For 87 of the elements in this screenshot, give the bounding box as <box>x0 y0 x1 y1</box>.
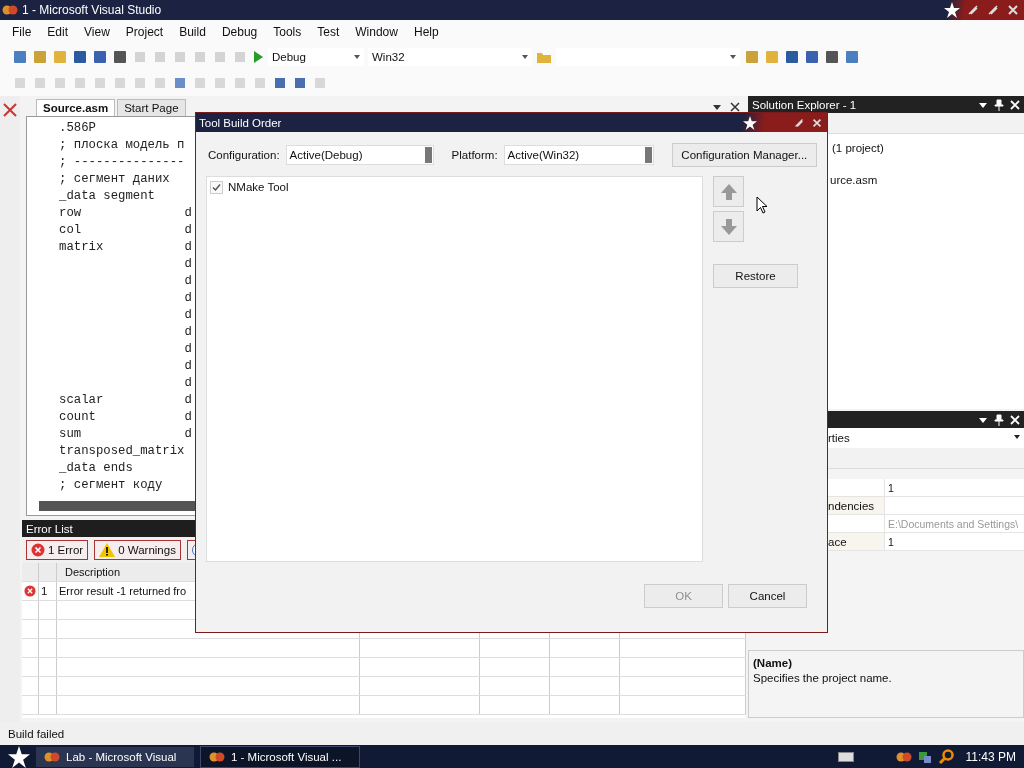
app-icon[interactable] <box>895 750 912 763</box>
star-icon <box>743 115 757 130</box>
taskbar-button[interactable]: 1 - Microsoft Visual ... <box>200 745 360 768</box>
start-button[interactable] <box>8 745 30 768</box>
code-line: ; сегмент коду <box>59 477 163 494</box>
configuration-dropdown[interactable]: Debug <box>268 48 364 66</box>
pointer-icon <box>756 196 768 214</box>
code-line: .586P <box>59 120 96 137</box>
code-line: d <box>183 341 192 358</box>
move-down-button[interactable] <box>713 211 744 242</box>
code-line: d <box>183 324 192 341</box>
menu-item[interactable]: Help <box>405 25 447 39</box>
error-icon <box>31 543 45 557</box>
code-line: ; --------------- <box>59 154 185 171</box>
arrow-down-icon <box>719 217 738 236</box>
platform-dropdown[interactable]: Win32 <box>368 48 532 66</box>
menu-item[interactable]: Test <box>309 25 348 39</box>
close-button[interactable] <box>1006 3 1020 17</box>
pin-icon[interactable] <box>994 413 1004 426</box>
code-line: _data ends <box>59 460 133 477</box>
play-icon[interactable] <box>252 50 264 64</box>
configuration-manager-button[interactable]: Configuration Manager... <box>671 143 817 167</box>
restore-button[interactable]: Restore <box>713 264 798 288</box>
menu-item[interactable]: Debug <box>213 25 266 39</box>
arrow-up-icon <box>719 182 738 201</box>
tree-item[interactable]: urce.asm <box>830 174 1024 190</box>
menu-item[interactable]: File <box>4 25 40 39</box>
tool-list[interactable]: NMake Tool <box>206 176 703 562</box>
description-title: (Name) <box>753 657 793 669</box>
code-line: d <box>183 273 192 290</box>
code-line: col d <box>59 222 192 239</box>
field-label: Platform: <box>451 149 498 161</box>
property-value[interactable]: 1 <box>884 479 1024 496</box>
code-line: _data segment <box>59 188 155 205</box>
code-line: d <box>183 256 192 273</box>
platform-field[interactable]: Active(Win32) <box>503 145 654 165</box>
code-line: scalar d <box>59 392 192 409</box>
code-line: d <box>183 290 192 307</box>
taskbar-button[interactable]: Lab - Microsoft Visual <box>36 746 194 767</box>
menu-item[interactable]: Edit <box>39 25 77 39</box>
warning-icon <box>99 543 116 557</box>
code-line: count d <box>59 409 192 426</box>
network-icon[interactable] <box>917 749 932 764</box>
move-up-button[interactable] <box>713 176 744 207</box>
pin-icon[interactable] <box>994 98 1004 111</box>
code-line: d <box>183 375 192 392</box>
cancel-button[interactable]: Cancel <box>728 584 807 608</box>
filter-button[interactable]: 0 Warnings <box>94 540 181 560</box>
code-line: d <box>183 358 192 375</box>
status-text: Build failed <box>8 727 65 740</box>
code-line: matrix d <box>59 239 192 256</box>
filter-button[interactable]: 1 Error <box>26 540 89 560</box>
magnifier-icon[interactable] <box>937 748 954 765</box>
description-text: Specifies the project name. <box>753 672 893 684</box>
app-icon <box>2 4 18 16</box>
editor-tab[interactable]: Start Page <box>117 99 186 116</box>
panel-title: Solution Explorer - 1 <box>752 98 857 111</box>
code-line: ; сегмент даних <box>59 171 170 188</box>
editor-tab[interactable]: Source.asm <box>36 99 116 116</box>
code-line: ; плоска модель п <box>59 137 185 154</box>
menu-item[interactable]: Window <box>347 25 406 39</box>
tree-item[interactable]: (1 project) <box>832 142 1024 158</box>
star-icon <box>944 2 960 18</box>
code-line: sum d <box>59 426 192 443</box>
code-line: d <box>183 307 192 324</box>
checkbox[interactable] <box>210 180 223 194</box>
menu-item[interactable]: Build <box>171 25 214 39</box>
tool-label: NMake Tool <box>228 181 289 193</box>
close-icon[interactable] <box>730 102 740 112</box>
table-cell: 1 <box>39 582 57 600</box>
clock: 11:43 PM <box>965 749 1016 764</box>
minimize-button[interactable] <box>966 3 980 17</box>
close-button[interactable] <box>811 116 823 129</box>
field-label: Configuration: <box>208 149 280 161</box>
menu-item[interactable]: Project <box>117 25 172 39</box>
app-icon <box>44 750 60 763</box>
menu-item[interactable]: Tools <box>265 25 310 39</box>
keyboard-icon[interactable] <box>837 751 854 762</box>
dialog-title: Tool Build Order <box>199 116 283 129</box>
code-line: row d <box>59 205 192 222</box>
configuration-field[interactable]: Active(Debug) <box>285 145 434 165</box>
code-line: transposed_matrix <box>59 443 185 460</box>
property-value[interactable]: 1 <box>884 533 1024 550</box>
window-title: 1 - Microsoft Visual Studio <box>22 3 163 17</box>
maximize-button[interactable] <box>986 3 1000 17</box>
app-icon <box>209 750 225 763</box>
menu-item[interactable]: View <box>76 25 118 39</box>
